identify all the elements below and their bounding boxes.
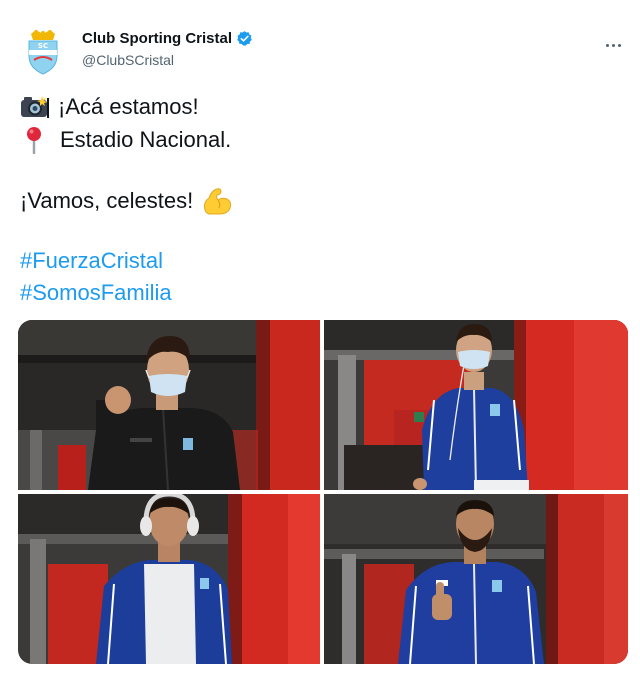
tweet-line-2: Estadio Nacional. [20, 126, 231, 154]
hashtag-somosfamilia[interactable]: #SomosFamilia [20, 280, 172, 306]
name-row: Club Sporting Cristal [82, 30, 253, 47]
handle[interactable]: @ClubSCristal [82, 52, 174, 68]
player-photo-2[interactable] [324, 320, 628, 490]
media-grid [18, 320, 628, 664]
more-options-icon[interactable] [606, 34, 630, 47]
verified-badge-icon [237, 31, 252, 46]
player-photo-4[interactable] [324, 494, 628, 664]
player-photo-3[interactable] [18, 494, 320, 664]
line3-text: ¡Vamos, celestes! [20, 188, 194, 213]
display-name[interactable]: Club Sporting Cristal [82, 30, 232, 47]
line1-text: ¡Acá estamos! [58, 94, 199, 119]
line2-text: Estadio Nacional. [60, 127, 232, 152]
avatar[interactable]: SC [22, 28, 64, 76]
flexed-biceps-emoji [204, 188, 232, 215]
round-pushpin-emoji [27, 127, 41, 154]
tweet-line-1: ¡Acá estamos! [20, 94, 199, 120]
club-crest-logo: SC [28, 30, 58, 75]
player-photo-1[interactable] [18, 320, 320, 490]
svg-text:SC: SC [38, 42, 48, 50]
tweet-card[interactable]: SC Club Sporting Cristal @ClubSCristal ¡… [0, 0, 640, 673]
camera-flash-emoji [21, 96, 49, 118]
tweet-line-3: ¡Vamos, celestes! [20, 186, 233, 216]
hashtag-fuerzacristal[interactable]: #FuerzaCristal [20, 248, 163, 274]
